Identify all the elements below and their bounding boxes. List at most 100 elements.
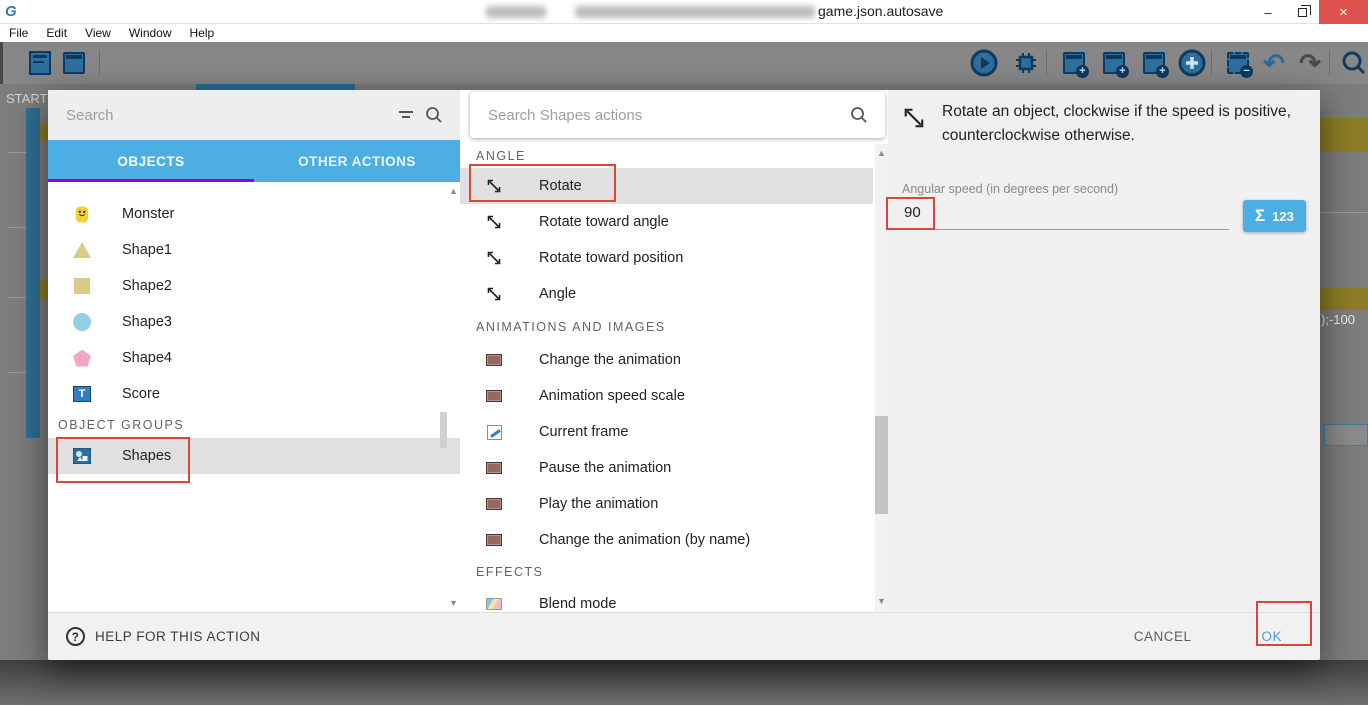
scrollbar-thumb[interactable] bbox=[440, 412, 447, 448]
debug-icon[interactable] bbox=[1011, 48, 1041, 78]
menu-help[interactable]: Help bbox=[181, 26, 224, 40]
action-description: Rotate an object, clockwise if the speed… bbox=[942, 103, 1291, 145]
menu-file[interactable]: File bbox=[0, 26, 37, 40]
menu-edit[interactable]: Edit bbox=[37, 26, 76, 40]
expression-editor-button[interactable]: Σ 123 bbox=[1242, 200, 1306, 233]
sigma-icon: Σ bbox=[1254, 206, 1266, 226]
scene-editor-icon[interactable] bbox=[59, 48, 89, 78]
search-icon[interactable] bbox=[420, 101, 448, 129]
scroll-down-icon[interactable]: ▼ bbox=[875, 594, 888, 608]
play-icon[interactable] bbox=[969, 48, 999, 78]
menu-view[interactable]: View bbox=[76, 26, 120, 40]
film-strip-icon bbox=[485, 390, 503, 402]
scroll-up-icon[interactable]: ▲ bbox=[875, 146, 888, 160]
help-link[interactable]: ? HELP FOR THIS ACTION bbox=[66, 627, 261, 646]
delete-event-icon[interactable]: − bbox=[1223, 48, 1253, 78]
actions-scrollbar[interactable]: ▲ ▼ bbox=[875, 144, 888, 612]
frame-edit-icon bbox=[485, 424, 503, 440]
tab-objects[interactable]: OBJECTS bbox=[48, 140, 254, 182]
action-label: Blend mode bbox=[539, 596, 617, 612]
add-comment-icon[interactable]: + bbox=[1139, 48, 1169, 78]
background-expression-text: );-100 bbox=[1321, 312, 1355, 327]
filter-icon[interactable] bbox=[392, 101, 420, 129]
angular-speed-label: Angular speed (in degrees per second) bbox=[902, 182, 1119, 197]
angular-speed-input[interactable] bbox=[902, 200, 1229, 231]
object-label: Shape3 bbox=[122, 314, 172, 330]
objects-search-input[interactable] bbox=[64, 105, 392, 125]
help-icon: ? bbox=[66, 627, 85, 646]
objects-panel: OBJECTS OTHER ACTIONS Monster Shape1 bbox=[48, 90, 460, 612]
action-item-current-frame[interactable]: Current frame bbox=[460, 414, 873, 450]
section-header-effects: EFFECTS bbox=[476, 565, 544, 579]
project-manager-icon[interactable] bbox=[25, 48, 55, 78]
background-field bbox=[1324, 424, 1368, 446]
menu-window[interactable]: Window bbox=[120, 26, 181, 40]
actions-search-bar bbox=[470, 92, 885, 138]
object-group-icon bbox=[72, 448, 92, 464]
object-item-shape3[interactable]: Shape3 bbox=[48, 304, 460, 340]
minimize-icon[interactable]: – bbox=[1251, 0, 1285, 24]
action-item-change-animation-by-name[interactable]: Change the animation (by name) bbox=[460, 522, 873, 558]
background-event-row bbox=[1320, 118, 1368, 152]
actions-search-input[interactable] bbox=[486, 105, 845, 125]
action-label: Animation speed scale bbox=[539, 388, 685, 404]
action-item-rotate[interactable]: Rotate bbox=[460, 168, 873, 204]
object-item-shape1[interactable]: Shape1 bbox=[48, 232, 460, 268]
action-item-change-animation[interactable]: Change the animation bbox=[460, 342, 873, 378]
object-item-shape4[interactable]: Shape4 bbox=[48, 340, 460, 376]
action-label: Current frame bbox=[539, 424, 629, 440]
undo-icon[interactable]: ↶ bbox=[1259, 48, 1289, 78]
scroll-up-icon[interactable]: ▲ bbox=[447, 184, 460, 198]
background-scene-tab-label: START bbox=[6, 91, 48, 106]
action-item-pause-animation[interactable]: Pause the animation bbox=[460, 450, 873, 486]
parameters-panel: Rotate an object, clockwise if the speed… bbox=[888, 90, 1320, 612]
object-groups-header: OBJECT GROUPS bbox=[58, 418, 185, 432]
group-item-shapes[interactable]: Shapes bbox=[48, 438, 460, 474]
add-circle-icon[interactable] bbox=[1177, 48, 1207, 78]
action-label: Pause the animation bbox=[539, 460, 672, 476]
action-item-rotate-toward-angle[interactable]: Rotate toward angle bbox=[460, 204, 873, 240]
action-item-play-animation[interactable]: Play the animation bbox=[460, 486, 873, 522]
object-item-shape2[interactable]: Shape2 bbox=[48, 268, 460, 304]
action-label: Rotate toward position bbox=[539, 250, 684, 266]
redacted-title-blob bbox=[575, 6, 815, 18]
tab-other-actions[interactable]: OTHER ACTIONS bbox=[254, 140, 460, 182]
toolbar: + + + − ↶ ↷ bbox=[0, 42, 1368, 84]
action-label: Rotate bbox=[539, 178, 582, 194]
rotate-icon bbox=[485, 250, 503, 266]
section-header-animations: ANIMATIONS AND IMAGES bbox=[476, 320, 666, 334]
scroll-down-icon[interactable]: ▼ bbox=[447, 596, 460, 610]
object-item-score[interactable]: T Score bbox=[48, 376, 460, 412]
help-label: HELP FOR THIS ACTION bbox=[95, 629, 261, 644]
text-object-icon: T bbox=[72, 386, 92, 402]
add-sub-event-icon[interactable]: + bbox=[1059, 48, 1089, 78]
restore-icon[interactable] bbox=[1285, 0, 1319, 24]
action-item-angle[interactable]: Angle bbox=[460, 276, 873, 312]
background-bottom-shadow bbox=[0, 660, 1368, 705]
object-label: Monster bbox=[122, 206, 175, 222]
search-icon[interactable] bbox=[845, 101, 873, 129]
ok-button[interactable]: OK bbox=[1255, 628, 1288, 645]
cancel-button[interactable]: CANCEL bbox=[1128, 628, 1198, 645]
redo-icon[interactable]: ↷ bbox=[1295, 48, 1325, 78]
action-label: Rotate toward angle bbox=[539, 214, 669, 230]
action-editor-dialog: OBJECTS OTHER ACTIONS Monster Shape1 bbox=[48, 90, 1320, 660]
rotate-icon bbox=[485, 286, 503, 302]
action-item-animation-speed-scale[interactable]: Animation speed scale bbox=[460, 378, 873, 414]
actions-panel: ANGLE Rotate Rotate toward angle bbox=[460, 90, 888, 612]
add-event-icon[interactable]: + bbox=[1099, 48, 1129, 78]
object-item-monster[interactable]: Monster bbox=[48, 196, 460, 232]
group-label: Shapes bbox=[122, 448, 172, 464]
object-label: Score bbox=[122, 386, 160, 402]
monster-icon bbox=[72, 205, 92, 224]
objects-list: Monster Shape1 Shape2 Shape3 Shape4 T Sc… bbox=[48, 182, 460, 612]
pentagon-icon bbox=[72, 349, 92, 367]
action-item-blend-mode[interactable]: Blend mode bbox=[460, 586, 873, 612]
gdevelop-logo-icon: G bbox=[5, 2, 17, 20]
action-item-rotate-toward-position[interactable]: Rotate toward position bbox=[460, 240, 873, 276]
section-header-angle: ANGLE bbox=[476, 149, 526, 163]
search-icon[interactable] bbox=[1339, 48, 1368, 78]
action-label: Angle bbox=[539, 286, 577, 302]
close-icon[interactable]: × bbox=[1319, 0, 1368, 24]
scrollbar-thumb[interactable] bbox=[875, 416, 888, 514]
